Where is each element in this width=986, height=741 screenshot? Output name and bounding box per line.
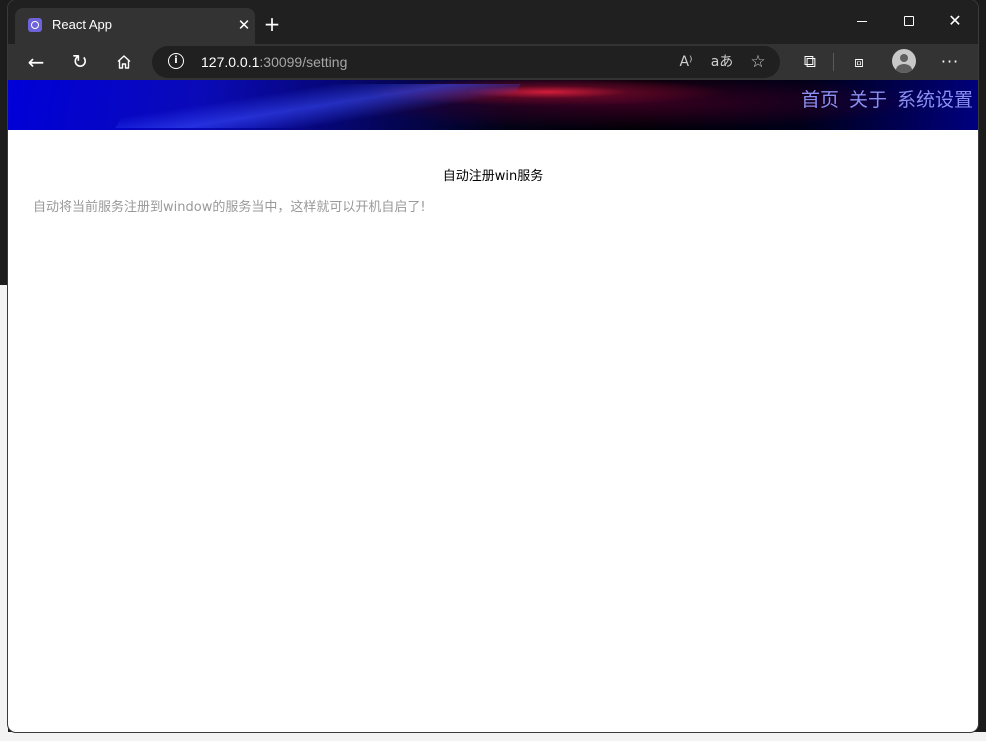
url-host: 127.0.0.1 xyxy=(201,54,260,70)
avatar-body xyxy=(896,64,912,73)
tab-title: React App xyxy=(52,17,112,32)
url-path: :30099/setting xyxy=(259,54,348,70)
nav-link-settings[interactable]: 系统设置 xyxy=(897,89,973,111)
maximize-button[interactable] xyxy=(894,8,924,34)
tab-react-app[interactable]: React App ✕ xyxy=(15,8,255,44)
more-options-icon[interactable]: ··· xyxy=(936,48,964,76)
avatar-head xyxy=(900,54,908,62)
translate-icon[interactable]: aあ xyxy=(710,50,734,74)
setting-title: 自动注册win服务 xyxy=(442,169,544,184)
nav-link-about[interactable]: 关于 xyxy=(849,89,887,111)
back-icon[interactable]: ← xyxy=(22,48,50,76)
site-info-icon[interactable]: i xyxy=(168,53,184,69)
page-viewport: 首页 关于 系统设置 自动注册win服务 自动将当前服务注册到window的服务… xyxy=(8,80,978,732)
new-tab-button[interactable]: + xyxy=(261,13,283,35)
extensions-icon[interactable]: ⧉ xyxy=(796,48,824,76)
address-bar[interactable]: i 127.0.0.1:30099/setting A⁾ aあ ☆ xyxy=(152,46,780,78)
browser-window: React App ✕ + ✕ ← ↻ i 127.0.0.1:30099/se… xyxy=(8,0,978,732)
home-icon[interactable] xyxy=(110,48,138,76)
react-app-favicon-icon xyxy=(28,18,42,32)
browser-toolbar: ← ↻ i 127.0.0.1:30099/setting A⁾ aあ ☆ ⧉ … xyxy=(8,44,978,80)
nav-link-home[interactable]: 首页 xyxy=(801,89,839,111)
read-aloud-icon[interactable]: A⁾ xyxy=(674,50,698,74)
site-header-banner: 首页 关于 系统设置 xyxy=(8,80,978,130)
tab-strip: React App ✕ + ✕ xyxy=(8,0,978,44)
url-text[interactable]: 127.0.0.1:30099/setting xyxy=(201,54,347,70)
collections-icon[interactable]: ⧈ xyxy=(845,48,873,76)
toolbar-divider xyxy=(833,53,834,71)
window-close-button[interactable]: ✕ xyxy=(940,8,970,34)
site-nav: 首页 关于 系统设置 xyxy=(801,89,973,111)
profile-avatar-icon[interactable] xyxy=(892,49,916,73)
favorite-star-icon[interactable]: ☆ xyxy=(746,50,770,74)
home-icon-glyph xyxy=(117,55,131,69)
refresh-icon[interactable]: ↻ xyxy=(66,48,94,76)
minimize-button[interactable] xyxy=(847,8,877,34)
setting-description: 自动将当前服务注册到window的服务当中，这样就可以开机自启了! xyxy=(33,200,426,215)
desktop-taskbar-edge xyxy=(0,732,986,741)
tab-close-icon[interactable]: ✕ xyxy=(237,16,251,34)
desktop-window-edge xyxy=(0,285,8,741)
